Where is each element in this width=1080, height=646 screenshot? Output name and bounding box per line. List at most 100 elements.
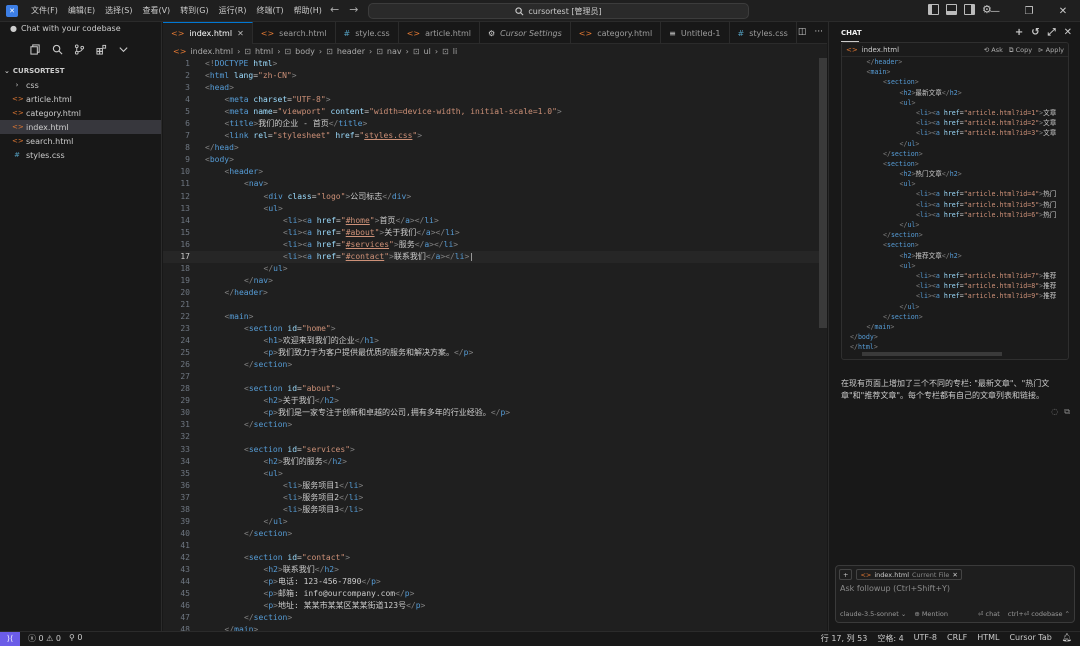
toggle-primary-sidebar-icon[interactable]: [928, 4, 939, 15]
menu-item[interactable]: 编辑(E): [63, 0, 100, 22]
editor-tab[interactable]: <> search.html: [253, 22, 336, 44]
element-icon: ⊡: [376, 46, 383, 56]
mention-label: Mention: [921, 610, 949, 618]
mention-button[interactable]: ⊕ Mention: [914, 610, 948, 618]
code-editor[interactable]: 1 <!DOCTYPE html> 2 <html lang="zh-CN"> 3 <he…: [163, 58, 827, 631]
editor-tab[interactable]: # styles.css: [730, 22, 797, 44]
ports-indicator[interactable]: ⚲ 0: [69, 633, 83, 644]
context-file-pill[interactable]: <> index.html Current File ✕: [856, 569, 962, 580]
menu-item[interactable]: 选择(S): [100, 0, 137, 22]
forward-arrow-icon[interactable]: →: [349, 3, 358, 16]
thumbs-icon[interactable]: ◌: [1051, 407, 1058, 417]
cursor-position[interactable]: 行 17, 列 53: [821, 633, 868, 644]
followup-input[interactable]: Ask followup (Ctrl+Shift+Y): [840, 584, 950, 593]
chat-title[interactable]: CHAT: [841, 29, 862, 37]
reply-actions: ◌ ⧉: [1051, 407, 1070, 417]
cursor-tab-status[interactable]: Cursor Tab: [1009, 633, 1051, 644]
code-text: <ul>: [263, 203, 283, 213]
bell-icon[interactable]: 🔔︎: [1062, 633, 1072, 644]
editor-tab[interactable]: <> category.html: [571, 22, 662, 44]
model-selector[interactable]: claude-3.5-sonnet ⌄: [840, 610, 906, 618]
file-tree-item[interactable]: # styles.css: [0, 148, 161, 162]
editor-tab[interactable]: ⚙ Cursor Settings: [480, 22, 571, 44]
back-arrow-icon[interactable]: ←: [330, 3, 339, 16]
close-icon[interactable]: ✕: [1064, 27, 1072, 38]
minimize-button[interactable]: —: [978, 0, 1012, 22]
maximize-icon[interactable]: ⤢: [1048, 27, 1056, 38]
language-mode[interactable]: HTML: [977, 633, 999, 644]
menu-item[interactable]: 终端(T): [251, 0, 288, 22]
editor-tab[interactable]: <> article.html: [399, 22, 480, 44]
files-icon[interactable]: [30, 43, 41, 55]
indentation[interactable]: 空格: 4: [877, 633, 903, 644]
problems-indicator[interactable]: ⓧ 0 ⚠ 0: [28, 633, 61, 644]
code-text: </ul>: [263, 516, 288, 526]
history-icon[interactable]: ↺: [1031, 27, 1039, 38]
editor-tab-label: article.html: [425, 28, 471, 38]
code-text: <meta name="viewport" content="width=dev…: [224, 107, 562, 117]
explorer-root-folder[interactable]: ⌄ CURSORTEST: [0, 64, 161, 78]
menu-item[interactable]: 文件(F): [26, 0, 63, 22]
chat-submit-button[interactable]: ⏎ chat: [978, 610, 1000, 618]
source-control-icon[interactable]: [74, 43, 85, 55]
code-block-line: </header>: [866, 58, 903, 66]
menu-item[interactable]: 帮助(H): [289, 0, 327, 22]
breadcrumb-item[interactable]: body: [295, 47, 315, 56]
file-tree-item[interactable]: <> category.html: [0, 106, 161, 120]
code-block-scrollbar[interactable]: [862, 352, 1002, 356]
menu-item[interactable]: 运行(R): [214, 0, 252, 22]
editor-tab[interactable]: <> index.html ✕: [163, 22, 253, 44]
close-icon[interactable]: ✕: [952, 571, 957, 579]
code-block-action[interactable]: ⟲ Ask: [984, 46, 1003, 55]
ports-count: 0: [77, 633, 83, 642]
line-endings[interactable]: CRLF: [947, 633, 967, 644]
remote-indicator[interactable]: ⟩⟨: [0, 631, 20, 646]
extensions-icon[interactable]: [96, 44, 107, 55]
toggle-secondary-sidebar-icon[interactable]: [964, 4, 975, 15]
menu-item[interactable]: 转到(G): [175, 0, 213, 22]
code-block-action[interactable]: ⊳ Apply: [1038, 46, 1064, 55]
search-icon[interactable]: [52, 44, 63, 55]
restore-button[interactable]: ❐: [1012, 0, 1046, 22]
breadcrumb-item[interactable]: index.html: [190, 47, 233, 56]
code-block-line: <h2>热门文章</h2>: [899, 170, 962, 179]
code-block-line: <li><a href="article.html?id=9">推荐: [916, 292, 1057, 301]
html-file-icon: <>: [12, 109, 24, 117]
split-editor-icon[interactable]: ◫: [798, 27, 807, 37]
line-number: 31: [180, 420, 190, 430]
breadcrumb-item[interactable]: nav: [387, 47, 402, 56]
breadcrumb-item[interactable]: header: [337, 47, 365, 56]
file-tree-item[interactable]: › css: [0, 78, 161, 92]
context-file-tag: Current File: [912, 570, 950, 579]
chevron-right-icon: ›: [405, 46, 409, 56]
menu-item[interactable]: 查看(V): [137, 0, 175, 22]
chat-with-codebase[interactable]: ● Chat with your codebase: [0, 22, 161, 34]
code-block-action[interactable]: ⧉ Copy: [1009, 46, 1032, 55]
toggle-panel-icon[interactable]: [946, 4, 957, 15]
breadcrumb-item[interactable]: ul: [424, 47, 431, 56]
editor-tab[interactable]: ≡ Untitled-1: [661, 22, 730, 44]
more-actions-icon[interactable]: ···: [814, 27, 823, 37]
new-chat-icon[interactable]: +: [1015, 27, 1023, 38]
file-tree-item[interactable]: <> search.html: [0, 134, 161, 148]
file-tree-item[interactable]: <> article.html: [0, 92, 161, 106]
close-window-button[interactable]: ✕: [1046, 0, 1080, 22]
editor-tab-label: Cursor Settings: [500, 28, 562, 38]
code-line: 30 <p>我们是一家专注于创新和卓越的公司,拥有多年的行业经验。</p>: [163, 407, 827, 419]
code-text: <ul>: [263, 468, 283, 478]
breadcrumb-item[interactable]: html: [255, 47, 273, 56]
add-context-button[interactable]: +: [839, 569, 853, 580]
copy-icon[interactable]: ⧉: [1064, 407, 1070, 417]
editor-scrollbar[interactable]: [819, 58, 827, 328]
chevron-right-icon: ›: [318, 46, 323, 56]
close-icon[interactable]: ✕: [237, 29, 244, 38]
code-line: 24 <h1>欢迎来到我们的企业</h1>: [163, 335, 827, 347]
editor-tab[interactable]: # style.css: [336, 22, 399, 44]
code-line: 27: [163, 371, 827, 383]
codebase-submit-button[interactable]: ctrl+⏎ codebase ⌃: [1008, 610, 1070, 618]
breadcrumb-item[interactable]: li: [453, 47, 457, 56]
file-tree-item[interactable]: <> index.html: [0, 120, 161, 134]
chevron-down-icon[interactable]: [118, 44, 129, 55]
command-center-search[interactable]: cursortest [管理员]: [368, 3, 749, 19]
encoding[interactable]: UTF-8: [914, 633, 937, 644]
